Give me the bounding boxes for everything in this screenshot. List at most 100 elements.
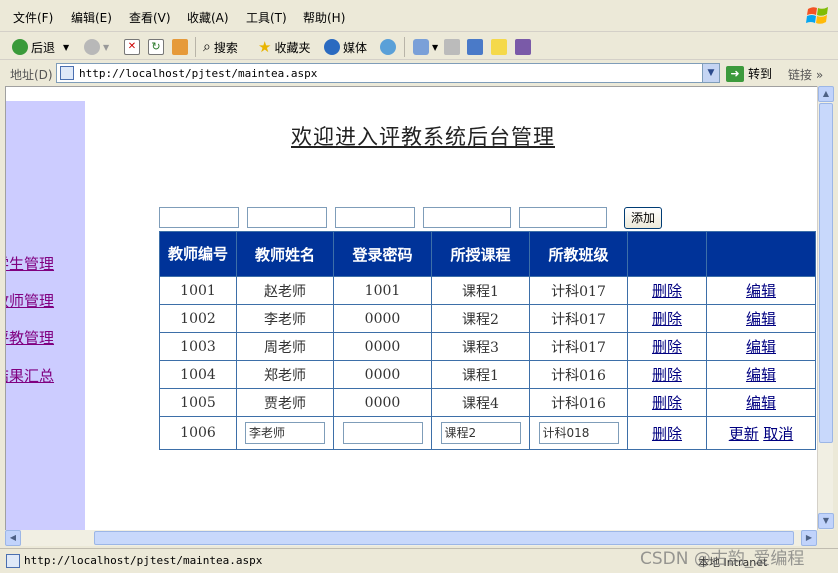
cell-delete: 删除 bbox=[627, 304, 707, 333]
links-button[interactable]: 链接 » bbox=[788, 66, 823, 83]
stop-button[interactable]: ✕ bbox=[124, 37, 143, 57]
address-input[interactable]: http://localhost/pjtest/maintea.aspx ▼ bbox=[56, 63, 720, 83]
page-icon bbox=[60, 66, 74, 80]
back-button[interactable]: 后退 ▼ bbox=[12, 37, 69, 57]
address-bar: 地址(D) http://localhost/pjtest/maintea.as… bbox=[0, 61, 838, 85]
favorites-button[interactable]: ★ 收藏夹 bbox=[258, 37, 310, 57]
mail-button[interactable]: ▼ bbox=[413, 37, 438, 57]
back-label: 后退 bbox=[31, 40, 56, 55]
cell-class: 计科016 bbox=[529, 388, 628, 417]
menu-bar: 文件(F) 编辑(E) 查看(V) 收藏(A) 工具(T) 帮助(H) bbox=[0, 0, 838, 32]
menu-view[interactable]: 查看(V) bbox=[129, 9, 171, 26]
add-button[interactable]: 添加 bbox=[624, 207, 662, 229]
cell-edit: 编辑 bbox=[706, 388, 816, 417]
new-course-input[interactable] bbox=[423, 207, 511, 228]
vertical-scrollbar[interactable]: ▲ ▼ bbox=[817, 86, 834, 530]
delete-link[interactable]: 删除 bbox=[652, 394, 682, 412]
table-row: 1005 贾老师 0000 课程4 计科016 删除 编辑 bbox=[159, 388, 816, 417]
forward-button[interactable]: ▼ bbox=[84, 37, 109, 57]
history-button[interactable] bbox=[380, 37, 399, 57]
edit-actions-cell: 更新 取消 bbox=[706, 416, 816, 450]
header-edit bbox=[706, 231, 816, 277]
edit-name-cell: 李老师 bbox=[236, 416, 334, 450]
edit-link[interactable]: 编辑 bbox=[746, 394, 776, 412]
new-class-input[interactable] bbox=[519, 207, 607, 228]
header-teacher-name: 教师姓名 bbox=[236, 231, 334, 277]
research-button[interactable] bbox=[515, 37, 534, 57]
delete-link[interactable]: 删除 bbox=[652, 338, 682, 356]
cell-password: 0000 bbox=[333, 332, 432, 361]
edit-course-input[interactable]: 课程2 bbox=[440, 422, 521, 444]
print-button[interactable] bbox=[444, 37, 463, 57]
edit-page-button[interactable] bbox=[467, 37, 486, 57]
cancel-link[interactable]: 取消 bbox=[763, 425, 793, 443]
sidebar-item-evaluation[interactable]: 评教管理 bbox=[6, 327, 54, 348]
refresh-button[interactable]: ↻ bbox=[148, 37, 167, 57]
update-link[interactable]: 更新 bbox=[729, 425, 759, 443]
delete-link[interactable]: 删除 bbox=[652, 425, 682, 443]
watermark: CSDN @古韵_爱编程 bbox=[640, 549, 805, 569]
scroll-left-icon[interactable]: ◀ bbox=[5, 530, 21, 546]
edit-name-input[interactable]: 李老师 bbox=[245, 422, 325, 444]
go-arrow-icon: ➜ bbox=[726, 65, 744, 82]
page-title: 欢迎进入评教系统后台管理 bbox=[291, 125, 555, 149]
new-name-input[interactable] bbox=[247, 207, 327, 228]
edit-link[interactable]: 编辑 bbox=[746, 310, 776, 328]
delete-link[interactable]: 删除 bbox=[652, 282, 682, 300]
browser-window: 文件(F) 编辑(E) 查看(V) 收藏(A) 工具(T) 帮助(H) 后退 ▼… bbox=[0, 0, 838, 573]
teacher-table: 教师编号 教师姓名 登录密码 所授课程 所教班级 1001 赵老师 1001 课程1 计… bbox=[159, 231, 816, 450]
sidebar: 学生管理 教师管理 评教管理 结果汇总 bbox=[6, 101, 85, 530]
discuss-button[interactable] bbox=[491, 37, 510, 57]
media-button[interactable]: 媒体 bbox=[324, 37, 367, 57]
new-id-input[interactable] bbox=[159, 207, 239, 228]
edit-class-input[interactable]: 计科018 bbox=[538, 422, 619, 444]
cell-class: 计科016 bbox=[529, 360, 628, 389]
cell-course: 课程1 bbox=[431, 360, 530, 389]
search-button[interactable]: ⌕ 搜索 bbox=[203, 37, 238, 57]
table-row: 1003 周老师 0000 课程3 计科017 删除 编辑 bbox=[159, 332, 816, 361]
sidebar-item-summary[interactable]: 结果汇总 bbox=[6, 365, 54, 386]
header-teacher-id: 教师编号 bbox=[159, 231, 237, 277]
menu-tools[interactable]: 工具(T) bbox=[246, 9, 287, 26]
menu-help[interactable]: 帮助(H) bbox=[303, 9, 345, 26]
header-class: 所教班级 bbox=[529, 231, 628, 277]
delete-link[interactable]: 删除 bbox=[652, 366, 682, 384]
edit-link[interactable]: 编辑 bbox=[746, 366, 776, 384]
menu-file[interactable]: 文件(F) bbox=[13, 9, 53, 26]
address-dropdown-icon[interactable]: ▼ bbox=[702, 64, 719, 82]
address-url[interactable]: http://localhost/pjtest/maintea.aspx bbox=[79, 67, 317, 80]
cell-teacher-id: 1004 bbox=[159, 360, 237, 389]
sidebar-item-teachers[interactable]: 教师管理 bbox=[6, 290, 54, 311]
cell-teacher-name: 周老师 bbox=[236, 332, 334, 361]
cell-edit: 编辑 bbox=[706, 304, 816, 333]
edit-link[interactable]: 编辑 bbox=[746, 338, 776, 356]
cell-delete: 删除 bbox=[627, 332, 707, 361]
edit-password-input[interactable] bbox=[342, 422, 423, 444]
cell-edit: 编辑 bbox=[706, 360, 816, 389]
horizontal-scroll-thumb[interactable] bbox=[94, 531, 794, 545]
chevron-down-icon: ▼ bbox=[63, 42, 70, 52]
edit-class-cell: 计科018 bbox=[529, 416, 628, 450]
links-label: 链接 bbox=[788, 68, 813, 82]
scroll-down-icon[interactable]: ▼ bbox=[818, 513, 834, 529]
cell-course: 课程2 bbox=[431, 304, 530, 333]
toolbar: 后退 ▼ ▼ ✕ ↻ ⌕ 搜索 ★ 收藏夹 媒体 ▼ bbox=[0, 32, 838, 60]
vertical-scroll-thumb[interactable] bbox=[819, 103, 833, 443]
cell-password: 1001 bbox=[333, 276, 432, 305]
cell-teacher-name: 贾老师 bbox=[236, 388, 334, 417]
cell-course: 课程3 bbox=[431, 332, 530, 361]
go-button[interactable]: ➜ 转到 bbox=[726, 65, 772, 82]
cell-edit: 编辑 bbox=[706, 332, 816, 361]
stop-icon: ✕ bbox=[124, 39, 140, 55]
edit-link[interactable]: 编辑 bbox=[746, 282, 776, 300]
menu-edit[interactable]: 编辑(E) bbox=[71, 9, 112, 26]
home-button[interactable] bbox=[172, 37, 191, 57]
sidebar-item-students[interactable]: 学生管理 bbox=[6, 253, 54, 274]
scroll-up-icon[interactable]: ▲ bbox=[818, 86, 834, 102]
new-password-input[interactable] bbox=[335, 207, 415, 228]
cell-delete: 删除 bbox=[627, 388, 707, 417]
page-icon bbox=[6, 554, 20, 568]
search-label: 搜索 bbox=[213, 40, 238, 55]
delete-link[interactable]: 删除 bbox=[652, 310, 682, 328]
menu-favorites[interactable]: 收藏(A) bbox=[187, 9, 229, 26]
